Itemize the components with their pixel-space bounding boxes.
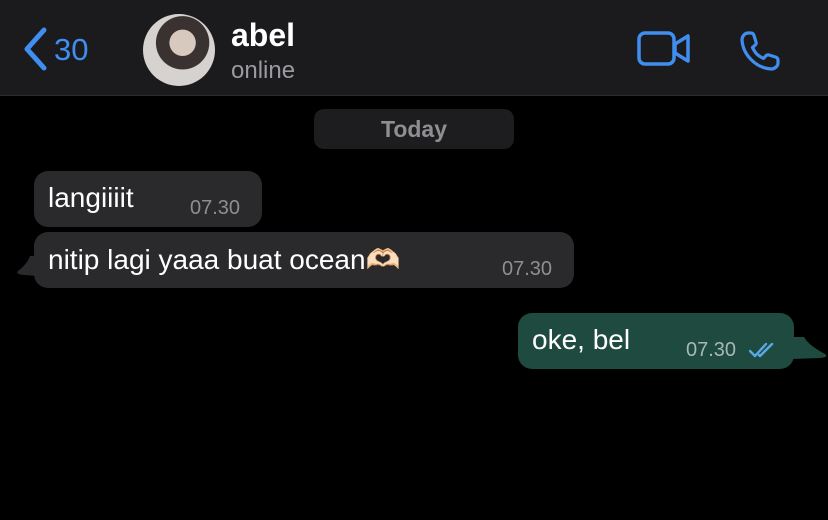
message-timestamp: 07.30 (190, 197, 241, 219)
video-camera-icon (637, 31, 690, 66)
contact-name[interactable]: abel (231, 17, 295, 54)
contact-status: online (231, 57, 296, 84)
message-timestamp: 07.30 (686, 339, 737, 361)
chevron-left-icon (24, 27, 47, 71)
unread-count: 30 (54, 31, 89, 67)
message-text: langiiiit (48, 182, 134, 213)
message-bubble-incoming[interactable]: nitip lagi yaaa buat ocean🫶🏻 07.30 (34, 232, 574, 288)
avatar[interactable] (143, 14, 215, 86)
message-timestamp: 07.30 (502, 258, 553, 280)
phone-icon (740, 31, 780, 71)
chat-header: 30 abel online (0, 0, 828, 96)
message-text: nitip lagi yaaa buat ocean🫶🏻 (48, 244, 401, 275)
back-button[interactable]: 30 (22, 26, 88, 72)
outgoing-bubble-tail (792, 337, 827, 359)
message-bubble-incoming[interactable]: langiiiit 07.30 (34, 171, 262, 227)
date-separator: Today (314, 109, 514, 149)
message-bubble-outgoing[interactable]: oke, bel 07.30 (518, 313, 794, 369)
read-receipt-icon (749, 342, 774, 358)
voice-call-button[interactable] (738, 29, 782, 78)
video-call-button[interactable] (637, 30, 691, 73)
message-text: oke, bel (532, 324, 631, 355)
